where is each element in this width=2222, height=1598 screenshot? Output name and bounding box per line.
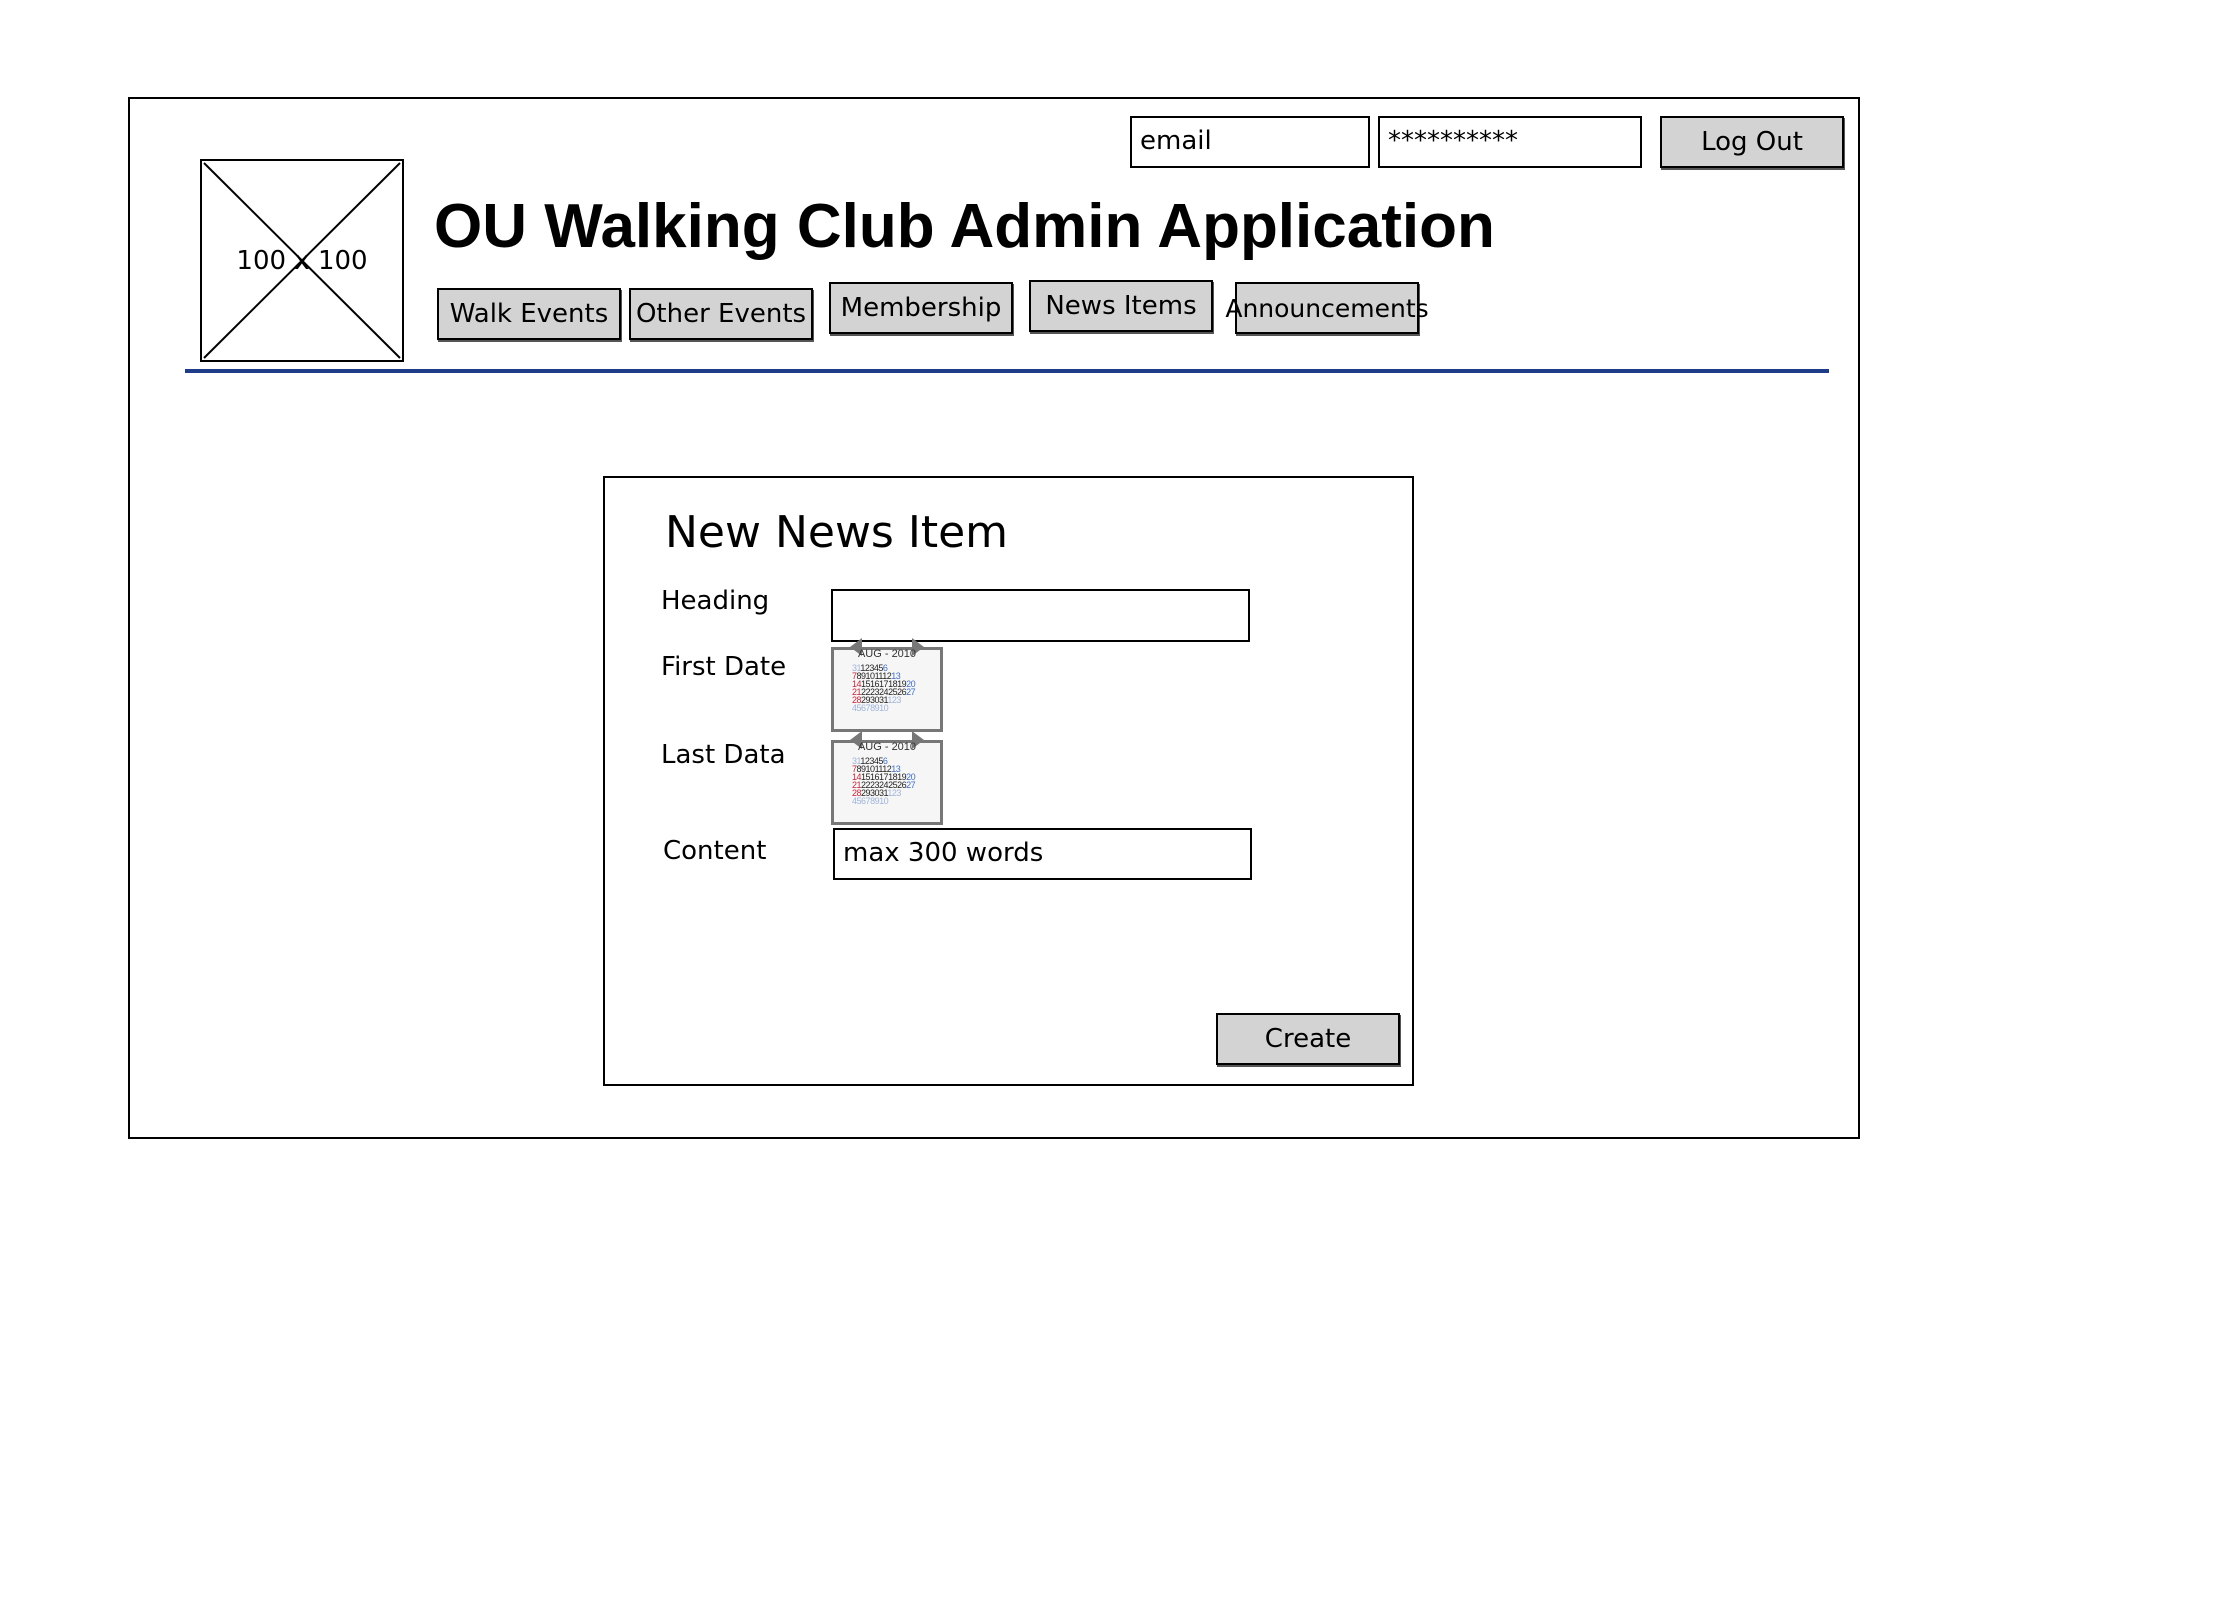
nav-news-items[interactable]: News Items	[1029, 280, 1213, 332]
page-title: OU Walking Club Admin Application	[434, 192, 1495, 261]
password-field[interactable]: **********	[1378, 116, 1642, 168]
calendar-month-label: AUG - 2010	[857, 648, 917, 660]
nav-other-events[interactable]: Other Events	[629, 288, 813, 340]
nav-membership[interactable]: Membership	[829, 282, 1013, 334]
content-input[interactable]: max 300 words	[833, 828, 1252, 880]
create-button[interactable]: Create	[1216, 1013, 1400, 1065]
heading-label: Heading	[661, 586, 770, 616]
nav-announcements[interactable]: Announcements	[1225, 282, 1429, 334]
calendar-day[interactable]: 10	[879, 703, 889, 713]
last-date-picker[interactable]: AUG - 2010 31123456 78910111213 1415161718…	[831, 731, 943, 825]
calendar-day[interactable]: 3	[896, 788, 901, 798]
first-date-picker[interactable]: AUG - 2010 31123456 78910111213 1415161718…	[831, 638, 943, 732]
panel-title: New News Item	[665, 507, 1008, 558]
logout-button[interactable]: Log Out	[1660, 116, 1844, 168]
logo-size-label: 100 x 100	[236, 246, 368, 276]
calendar-week-row: 45678910	[852, 703, 915, 713]
calendar-day[interactable]: 3	[896, 695, 901, 705]
header-divider	[185, 369, 1829, 373]
calendar-day[interactable]: 27	[906, 687, 916, 697]
calendar-day[interactable]: 10	[879, 796, 889, 806]
calendar-month-label: AUG - 2010	[857, 741, 917, 753]
calendar-grid[interactable]: 31123456 78910111213 14151617181920 2122232…	[852, 757, 916, 806]
heading-input[interactable]	[831, 589, 1250, 642]
logo-placeholder: 100 x 100	[200, 159, 404, 362]
email-field[interactable]: email	[1130, 116, 1370, 168]
content-label: Content	[663, 836, 767, 866]
calendar-grid[interactable]: 31123456 78910111213 14151617181920 2122232…	[852, 664, 916, 713]
calendar-day[interactable]: 27	[906, 780, 916, 790]
new-news-item-panel	[603, 476, 1414, 1086]
nav-walk-events[interactable]: Walk Events	[437, 288, 621, 340]
calendar-week-row: 45678910	[852, 796, 915, 806]
first-date-label: First Date	[661, 652, 787, 682]
last-date-label: Last Data	[661, 740, 786, 770]
